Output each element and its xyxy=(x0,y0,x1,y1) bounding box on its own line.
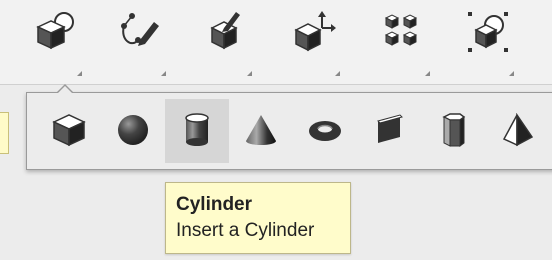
shape-pyramid-button[interactable] xyxy=(485,99,549,163)
cube-select-icon xyxy=(468,12,508,52)
tooltip-title: Cylinder xyxy=(176,194,253,215)
toolbar-divider xyxy=(0,84,552,85)
prism-icon xyxy=(442,113,466,147)
expand-corner-icon[interactable] xyxy=(335,71,340,76)
expand-corner-icon[interactable] xyxy=(425,71,430,76)
cylinder-icon xyxy=(185,113,209,146)
expand-corner-icon[interactable] xyxy=(247,71,252,76)
cube-pen-icon xyxy=(210,12,240,50)
expand-corner-icon[interactable] xyxy=(161,71,166,76)
partial-tooltip-edge xyxy=(0,112,9,154)
main-toolbar xyxy=(0,0,552,84)
sphere-icon xyxy=(118,115,148,145)
shape-cone-button[interactable] xyxy=(229,99,293,163)
torus-icon xyxy=(309,121,341,141)
shape-torus-button[interactable] xyxy=(293,99,357,163)
expand-corner-icon[interactable] xyxy=(509,71,514,76)
transform-tool-button[interactable] xyxy=(284,6,340,76)
edit-tool-button[interactable] xyxy=(196,6,252,76)
selection-tool-button[interactable] xyxy=(458,6,514,76)
cube-grid-icon xyxy=(384,14,418,46)
cube-axes-icon xyxy=(294,11,336,52)
cone-icon xyxy=(246,115,276,145)
expand-corner-icon[interactable] xyxy=(77,71,82,76)
popup-pointer-fill xyxy=(58,86,72,93)
cube-sphere-icon xyxy=(36,12,74,50)
cube-icon xyxy=(52,114,86,147)
wedge-icon xyxy=(377,114,403,143)
shape-cylinder-button[interactable] xyxy=(165,99,229,163)
insert-shapes-tool-button[interactable] xyxy=(26,6,82,76)
shape-sphere-button[interactable] xyxy=(101,99,165,163)
shapes-popup xyxy=(26,92,552,170)
shape-prism-button[interactable] xyxy=(421,99,485,163)
cylinder-tooltip: Cylinder Insert a Cylinder xyxy=(165,182,351,254)
paint-tool-button[interactable] xyxy=(110,6,166,76)
group-tool-button[interactable] xyxy=(374,6,430,76)
pyramid-icon xyxy=(502,113,534,147)
tooltip-description: Insert a Cylinder xyxy=(176,220,315,241)
curve-pen-icon xyxy=(121,13,159,46)
shape-box-button[interactable] xyxy=(37,99,101,163)
shape-wedge-button[interactable] xyxy=(357,99,421,163)
